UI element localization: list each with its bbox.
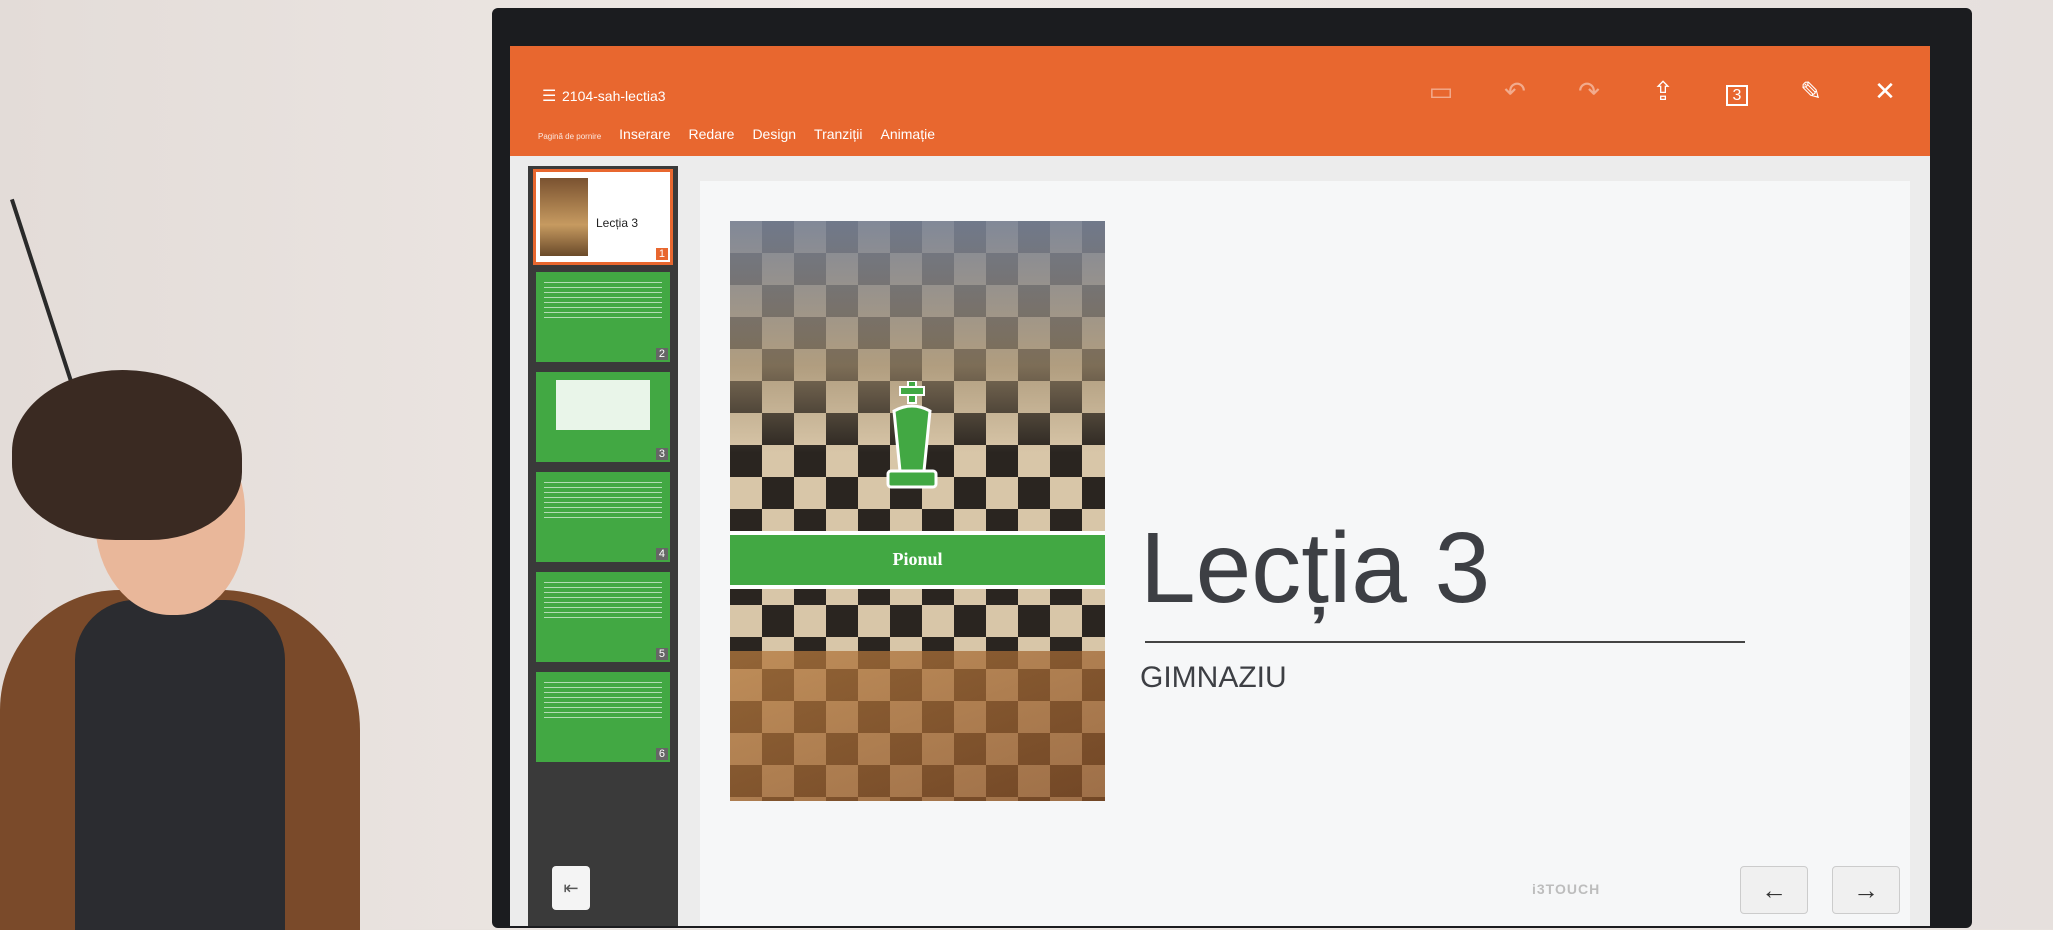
- slide-thumbnail[interactable]: 3: [536, 372, 670, 462]
- slide-thumbnail[interactable]: Lecția 3 1: [533, 169, 673, 265]
- monitor-brand-logo: i3TOUCH: [1532, 881, 1601, 897]
- thumbnail-text-lines: [544, 282, 662, 322]
- thumbnail-text-lines: [544, 682, 662, 722]
- document-title: 2104-sah-lectia3: [562, 88, 666, 104]
- arrow-left-icon: ←: [1761, 875, 1787, 905]
- page-number-label: 3: [1725, 85, 1749, 106]
- title-divider: [1145, 641, 1745, 643]
- slide-thumbnail[interactable]: 4: [536, 472, 670, 562]
- thumbnail-text-lines: [544, 482, 662, 522]
- tab-insert[interactable]: Inserare: [619, 126, 670, 142]
- undo-icon[interactable]: ↶: [1500, 76, 1530, 107]
- toolbar-actions: ▭ ↶ ↷ ⇪ 3 ✎ ✕: [1426, 76, 1900, 107]
- interactive-display: ☰ 2104-sah-lectia3 Pagină de pornire Ins…: [492, 8, 1972, 928]
- tab-animation[interactable]: Animație: [881, 126, 935, 142]
- thumbnail-number: 4: [655, 548, 668, 560]
- slide-thumbnail-panel: Lecția 3 1 2 3 4 5 6 ⇤: [528, 166, 678, 926]
- screen: ☰ 2104-sah-lectia3 Pagină de pornire Ins…: [510, 46, 1930, 926]
- thumbnail-number: 3: [655, 448, 668, 460]
- slide-thumbnail[interactable]: 2: [536, 272, 670, 362]
- thumbnail-number: 6: [655, 748, 668, 760]
- next-slide-button[interactable]: →: [1832, 866, 1900, 914]
- student-photo: [0, 370, 370, 930]
- student-hair: [12, 370, 242, 540]
- image-caption-bar: Pionul: [730, 531, 1105, 589]
- student-shirt: [75, 600, 285, 930]
- chess-board-image: Pionul: [730, 221, 1105, 801]
- exit-icon: ⇤: [563, 878, 579, 898]
- slide-thumbnail[interactable]: 5: [536, 572, 670, 662]
- pen-edit-icon[interactable]: ✎: [1796, 76, 1826, 107]
- arrow-right-icon: →: [1853, 875, 1879, 905]
- tab-transitions[interactable]: Tranziții: [814, 126, 863, 142]
- thumbnail-number: 5: [655, 648, 668, 660]
- king-piece-icon: [886, 381, 938, 489]
- ribbon-tabs: Pagină de pornire Inserare Redare Design…: [538, 126, 935, 142]
- close-icon[interactable]: ✕: [1870, 76, 1900, 107]
- slide-canvas[interactable]: Pionul Lecția 3 GIMNAZIU: [700, 181, 1910, 926]
- share-icon[interactable]: ⇪: [1648, 76, 1678, 107]
- save-icon[interactable]: ▭: [1426, 76, 1456, 107]
- tab-design[interactable]: Design: [752, 126, 796, 142]
- board-edge: [730, 651, 1105, 801]
- thumbnail-chart: [556, 380, 650, 430]
- tab-playback[interactable]: Redare: [689, 126, 735, 142]
- slide-subtitle: GIMNAZIU: [1140, 661, 1287, 694]
- image-caption: Pionul: [892, 549, 943, 569]
- thumbnail-image: [540, 178, 588, 256]
- thumbnail-number: 2: [655, 348, 668, 360]
- slide-title: Lecția 3: [1140, 512, 1491, 624]
- exit-panel-button[interactable]: ⇤: [552, 866, 590, 910]
- slide-thumbnail[interactable]: 6: [536, 672, 670, 762]
- previous-slide-button[interactable]: ←: [1740, 866, 1808, 914]
- redo-icon[interactable]: ↷: [1574, 76, 1604, 107]
- app-toolbar: ☰ 2104-sah-lectia3 Pagină de pornire Ins…: [510, 46, 1930, 156]
- hamburger-menu-icon[interactable]: ☰: [542, 86, 556, 106]
- thumbnail-number: 1: [655, 248, 668, 260]
- thumbnail-text-lines: [544, 582, 662, 622]
- thumbnail-title: Lecția 3: [596, 216, 639, 230]
- tab-home[interactable]: Pagină de pornire: [538, 132, 601, 141]
- page-number-icon[interactable]: 3: [1722, 76, 1752, 107]
